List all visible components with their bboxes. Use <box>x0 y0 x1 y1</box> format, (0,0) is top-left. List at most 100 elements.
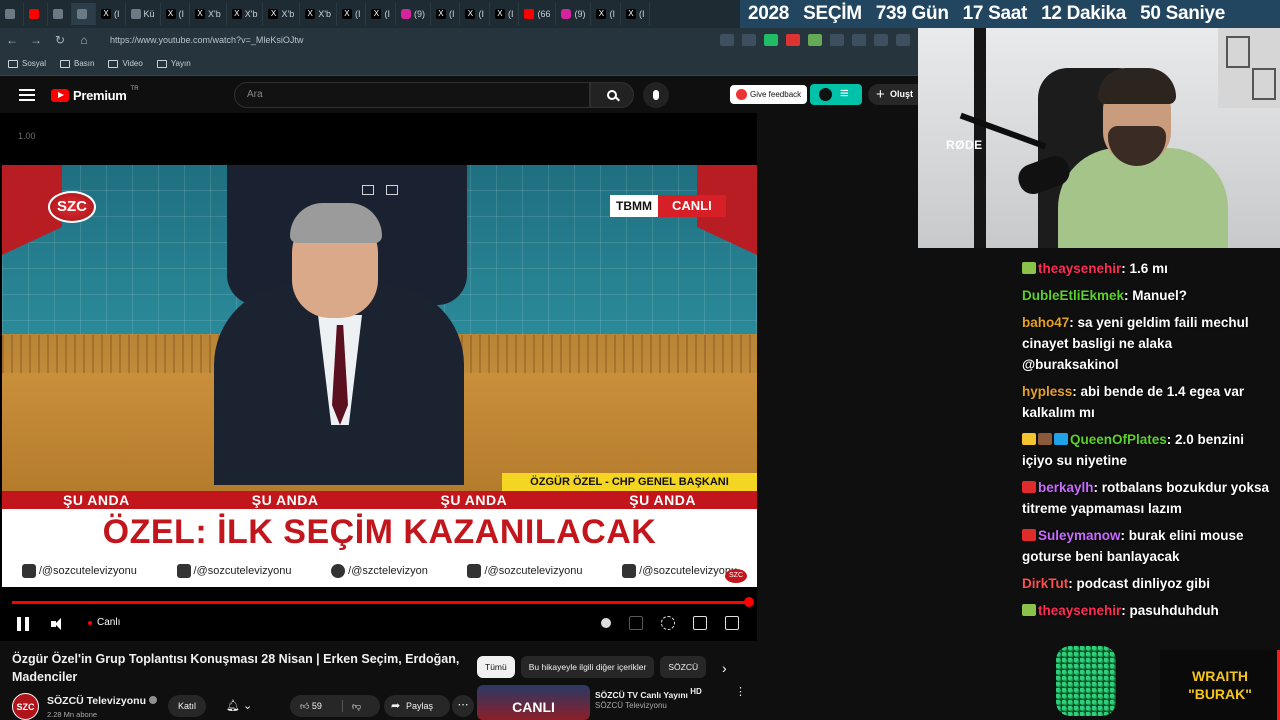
chat-username[interactable]: berkaylh <box>1038 480 1094 495</box>
chat-username[interactable]: DirkTut <box>1022 576 1068 591</box>
chat-text: 1.6 mı <box>1129 261 1168 276</box>
thumbs-down-icon[interactable]: 👎︎ <box>352 695 361 717</box>
bookmark-folder[interactable]: Sosyal <box>8 59 46 68</box>
chat-separator: : <box>1120 528 1129 543</box>
chat-username[interactable]: QueenOfPlates <box>1070 432 1167 447</box>
browser-tab[interactable]: Kü <box>126 3 161 25</box>
extension-icon[interactable] <box>720 34 734 46</box>
notification-bell-button[interactable]: 🔔︎ ⌄ <box>216 695 266 717</box>
chat-username[interactable]: hypless <box>1022 384 1072 399</box>
browser-tab[interactable]: X X'b <box>190 3 227 25</box>
tab-label: (I <box>609 9 615 19</box>
search-input[interactable]: Ara <box>234 82 590 108</box>
extension-icon[interactable] <box>830 34 844 46</box>
extension-icon[interactable] <box>808 34 822 46</box>
bookmark-folder[interactable]: Video <box>108 59 143 68</box>
browser-tab[interactable]: X (I <box>366 3 396 25</box>
settings-icon[interactable] <box>661 616 675 630</box>
browser-tab[interactable]: X (I <box>591 3 621 25</box>
url-field[interactable]: https://www.youtube.com/watch?v=_MleKsiO… <box>104 31 594 49</box>
chevron-right-icon[interactable]: › <box>722 660 727 676</box>
chat-username[interactable]: baho47 <box>1022 315 1069 330</box>
chip-channel[interactable]: SÖZCÜ <box>660 656 707 678</box>
hamburger-menu-icon[interactable] <box>19 89 35 101</box>
canli-label: CANLI <box>658 195 726 217</box>
forward-icon[interactable]: → <box>24 33 48 47</box>
subtitles-icon[interactable] <box>629 616 643 630</box>
bookmark-folder[interactable]: Basın <box>60 59 94 68</box>
browser-tab[interactable]: X X'b <box>227 3 264 25</box>
recommended-channel[interactable]: SÖZCÜ Televizyonu <box>595 701 667 710</box>
chat-username[interactable]: theaysenehir <box>1038 261 1121 276</box>
search-button[interactable] <box>590 82 634 108</box>
extension-icon[interactable] <box>764 34 778 46</box>
voice-search-button[interactable] <box>643 82 669 108</box>
pip-icon[interactable] <box>362 185 374 195</box>
bookmark-label: Video <box>122 59 143 68</box>
split-view-icon[interactable] <box>874 34 888 46</box>
browser-tab[interactable]: (9) <box>396 3 431 25</box>
browser-tab[interactable]: X (I <box>161 3 191 25</box>
volume-icon[interactable] <box>51 617 65 631</box>
avatar[interactable]: SZC <box>12 693 39 720</box>
chat-feed: theaysenehir: 1.6 mı DubleEtliEkmek: Manu… <box>1014 255 1280 640</box>
browser-tab[interactable]: X X'b <box>300 3 337 25</box>
chip-related[interactable]: Bu hikayeyle ilgili diğer içerikler <box>520 656 655 678</box>
video-player[interactable]: 1.00 SZC TBMM CANLI ÖZGÜR ÖZEL - CHP GEN… <box>0 113 757 641</box>
recommended-title[interactable]: SÖZCÜ TV Canlı Yayını HD <box>595 687 702 700</box>
puzzle-icon[interactable] <box>852 34 866 46</box>
like-button[interactable]: 👍︎ 59 👎︎ <box>290 695 380 717</box>
browser-tab[interactable]: X X'b <box>263 3 301 25</box>
chip-all[interactable]: Tümü <box>477 656 515 678</box>
edit-icon[interactable] <box>386 185 398 195</box>
home-icon[interactable]: ⌂ <box>72 33 96 47</box>
theater-mode-icon[interactable] <box>693 616 707 630</box>
chat-separator: : <box>1068 576 1077 591</box>
browser-tab[interactable]: X (I <box>621 3 651 25</box>
chat-message: DubleEtliEkmek: Manuel? <box>1014 282 1280 309</box>
chat-username[interactable]: theaysenehir <box>1038 603 1121 618</box>
reload-icon[interactable]: ↻ <box>48 33 72 47</box>
bookmark-folder[interactable]: Yayın <box>156 59 191 68</box>
autoplay-toggle-icon[interactable] <box>601 618 611 628</box>
chat-separator: : <box>1166 432 1176 447</box>
join-button[interactable]: Katıl <box>168 695 206 717</box>
chat-badge-icon <box>1054 433 1068 445</box>
channel-name[interactable]: SÖZCÜ Televizyonu <box>47 695 157 707</box>
browser-tab[interactable]: X (I <box>490 3 520 25</box>
video-frame[interactable]: SZC TBMM CANLI ÖZGÜR ÖZEL - CHP GENEL BA… <box>2 165 757 587</box>
browser-tab[interactable]: (9) <box>556 3 592 25</box>
pause-icon[interactable] <box>17 617 29 631</box>
webcam-feed: RØDE <box>918 28 1280 248</box>
browser-tab[interactable]: X (I <box>431 3 461 25</box>
progress-bar[interactable] <box>12 601 750 604</box>
extension-icon[interactable] <box>786 34 800 46</box>
share-button[interactable]: Paylaş <box>384 695 450 717</box>
x-icon: X <box>268 9 279 19</box>
live-indicator[interactable]: Canlı <box>88 617 120 628</box>
chat-username[interactable]: DubleEtliEkmek <box>1022 288 1124 303</box>
fullscreen-icon[interactable] <box>725 616 739 630</box>
recommended-thumbnail[interactable]: CANLI <box>477 685 590 720</box>
browser-tab[interactable]: X (I <box>337 3 367 25</box>
youtube-logo[interactable]: Premium TR <box>51 86 139 103</box>
chat-username[interactable]: Suleymanow <box>1038 528 1121 543</box>
menu-icon[interactable] <box>896 34 910 46</box>
browser-tab[interactable] <box>0 3 24 25</box>
chat-badge-icon <box>1038 433 1052 445</box>
back-icon[interactable]: ← <box>0 33 24 47</box>
recommended-video[interactable]: CANLI SÖZCÜ TV Canlı Yayını HD SÖZCÜ Tel… <box>477 685 757 720</box>
wraith-badge: WRAITH "BURAK" <box>1160 650 1280 720</box>
browser-tab[interactable]: (66 <box>519 3 557 25</box>
extension-button[interactable] <box>810 84 862 105</box>
give-feedback-button[interactable]: Give feedback <box>730 85 808 104</box>
browser-tab[interactable] <box>24 3 48 25</box>
browser-tab[interactable] <box>72 3 96 25</box>
scrubber-handle[interactable] <box>744 597 754 607</box>
browser-tab[interactable]: X (I <box>460 3 490 25</box>
more-actions-icon[interactable]: ⋯ <box>452 695 474 717</box>
browser-tab[interactable] <box>48 3 72 25</box>
browser-tab[interactable]: X (I <box>96 3 126 25</box>
bookmark-star-icon[interactable] <box>742 34 756 46</box>
more-actions-icon[interactable]: ⋮ <box>735 685 746 698</box>
